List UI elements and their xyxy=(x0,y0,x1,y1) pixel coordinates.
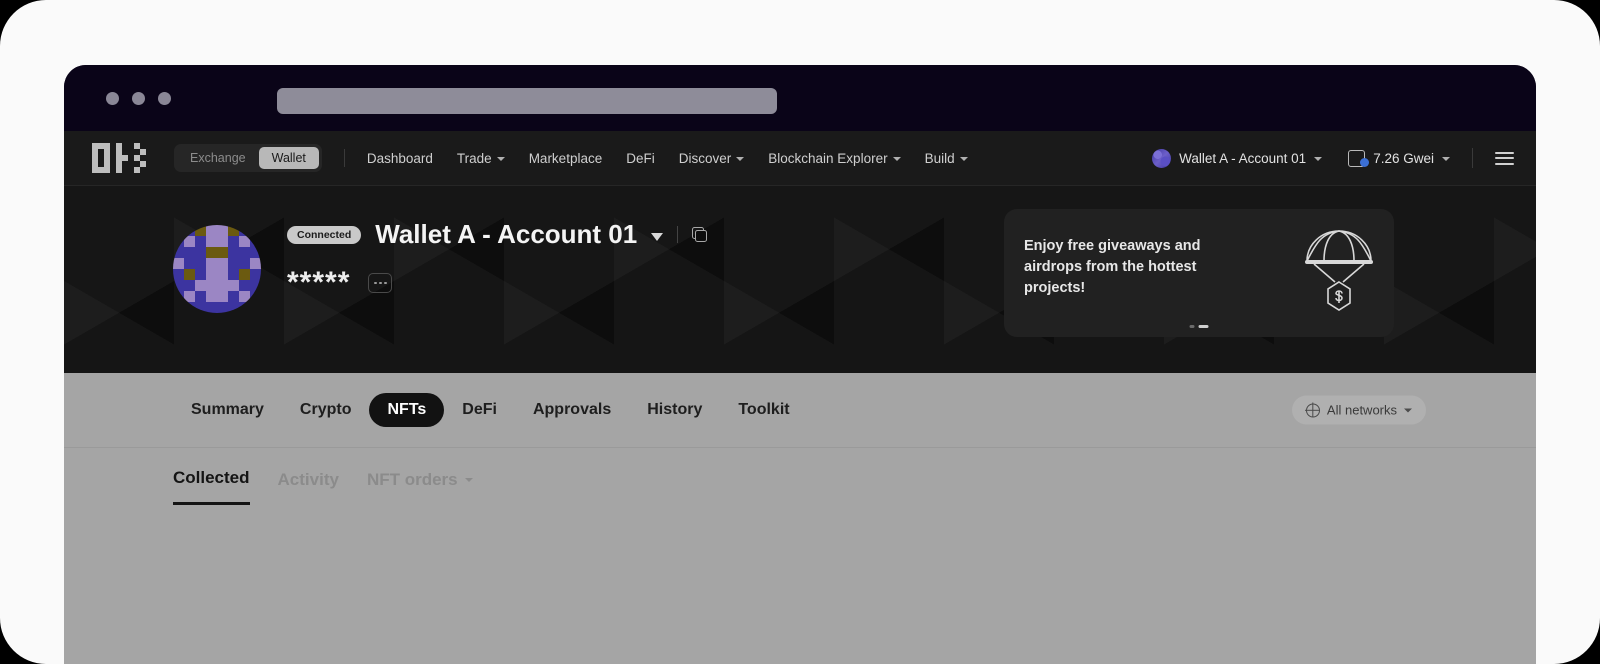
chevron-down-icon xyxy=(1404,408,1412,412)
account-selector-label: Wallet A - Account 01 xyxy=(1179,150,1307,166)
promo-banner[interactable]: Enjoy free giveaways and airdrops from t… xyxy=(1004,209,1394,337)
nav-item-dashboard[interactable]: Dashboard xyxy=(367,151,433,166)
subtab-collected[interactable]: Collected xyxy=(173,468,250,505)
main-tabs: Summary Crypto NFTs DeFi Approvals Histo… xyxy=(173,393,808,427)
subtab-activity[interactable]: Activity xyxy=(278,470,339,504)
account-hero-banner: Connected Wallet A - Account 01 ***** En… xyxy=(64,186,1536,373)
wallet-avatar xyxy=(173,225,261,313)
tab-nfts[interactable]: NFTs xyxy=(369,393,445,427)
hamburger-menu-icon[interactable] xyxy=(1495,151,1514,165)
tab-toolkit[interactable]: Toolkit xyxy=(720,393,807,427)
segment-wallet[interactable]: Wallet xyxy=(258,147,319,169)
close-window-dot[interactable] xyxy=(106,92,119,105)
divider xyxy=(677,226,679,243)
main-tabs-row: Summary Crypto NFTs DeFi Approvals Histo… xyxy=(64,373,1536,448)
account-identity: Connected Wallet A - Account 01 ***** xyxy=(173,203,708,313)
network-selector[interactable]: All networks xyxy=(1291,395,1426,425)
maximize-window-dot[interactable] xyxy=(158,92,171,105)
subtab-label: NFT orders xyxy=(366,469,458,489)
nav-item-label: Discover xyxy=(678,150,732,166)
chevron-down-icon xyxy=(464,477,473,482)
copy-icon[interactable] xyxy=(692,227,708,242)
account-text-block: Connected Wallet A - Account 01 ***** xyxy=(287,203,708,298)
sub-tabs-row: Collected Activity NFT orders xyxy=(173,468,1536,505)
chevron-down-icon xyxy=(1314,157,1323,161)
status-badge: Connected xyxy=(287,225,362,244)
top-navigation-bar: Exchange Wallet Dashboard Trade Marketpl… xyxy=(64,131,1536,186)
exchange-wallet-switch[interactable]: Exchange Wallet xyxy=(174,144,322,172)
segment-exchange[interactable]: Exchange xyxy=(177,147,259,169)
globe-icon xyxy=(1305,403,1320,417)
nav-right-cluster: Wallet A - Account 01 7.26 Gwei xyxy=(1152,148,1536,168)
balance-value: ***** xyxy=(287,266,351,299)
chevron-down-icon xyxy=(1442,157,1450,161)
nav-divider xyxy=(1472,148,1473,168)
page-title: Wallet A - Account 01 xyxy=(375,219,638,249)
minimize-window-dot[interactable] xyxy=(132,92,145,105)
chevron-down-icon[interactable] xyxy=(651,232,664,241)
nav-item-trade[interactable]: Trade xyxy=(457,151,505,166)
gas-price-label: 7.26 Gwei xyxy=(1373,150,1434,166)
gas-station-icon xyxy=(1348,149,1370,167)
nav-item-label: Marketplace xyxy=(528,150,603,166)
tab-crypto[interactable]: Crypto xyxy=(282,393,370,427)
tab-summary[interactable]: Summary xyxy=(173,393,282,427)
nav-links: Dashboard Trade Marketplace DeFi Discove… xyxy=(367,151,968,166)
tab-history[interactable]: History xyxy=(629,393,720,427)
nav-divider xyxy=(343,149,345,167)
nav-item-label: Trade xyxy=(456,150,492,166)
nav-item-discover[interactable]: Discover xyxy=(679,151,745,166)
tab-approvals[interactable]: Approvals xyxy=(515,393,629,427)
balance-more-button[interactable] xyxy=(368,273,393,293)
nav-item-defi[interactable]: DeFi xyxy=(626,151,655,166)
nav-item-build[interactable]: Build xyxy=(925,151,968,166)
chevron-down-icon xyxy=(959,157,968,161)
subtab-label: Activity xyxy=(277,469,339,489)
nav-item-blockchain-explorer[interactable]: Blockchain Explorer xyxy=(768,150,901,166)
gas-price-selector[interactable]: 7.26 Gwei xyxy=(1348,149,1450,167)
chevron-down-icon xyxy=(736,157,745,161)
nav-item-label: DeFi xyxy=(626,150,655,166)
account-selector[interactable]: Wallet A - Account 01 xyxy=(1152,148,1323,168)
account-name-row: Connected Wallet A - Account 01 xyxy=(287,219,708,250)
nav-item-label: Blockchain Explorer xyxy=(768,150,888,166)
promo-banner-text: Enjoy free giveaways and airdrops from t… xyxy=(1024,238,1201,297)
nav-item-label: Build xyxy=(924,150,955,166)
promo-carousel-dots[interactable] xyxy=(1189,325,1209,328)
chevron-down-icon xyxy=(496,157,505,161)
nav-item-label: Dashboard xyxy=(366,150,433,166)
network-selector-label: All networks xyxy=(1326,402,1397,418)
url-bar[interactable] xyxy=(277,88,777,114)
main-content-area: Summary Crypto NFTs DeFi Approvals Histo… xyxy=(64,373,1536,664)
chevron-down-icon xyxy=(892,157,901,161)
subtab-nft-orders[interactable]: NFT orders xyxy=(367,470,473,504)
account-avatar-icon xyxy=(1152,148,1172,168)
browser-window: Exchange Wallet Dashboard Trade Marketpl… xyxy=(64,65,1536,664)
browser-chrome xyxy=(64,65,1536,131)
page-frame: Exchange Wallet Dashboard Trade Marketpl… xyxy=(0,0,1600,664)
parachute-dollar-icon xyxy=(1305,230,1373,311)
nav-item-marketplace[interactable]: Marketplace xyxy=(529,151,603,166)
okx-logo[interactable] xyxy=(92,143,146,173)
account-balance-row: ***** xyxy=(287,268,707,298)
tab-defi[interactable]: DeFi xyxy=(444,393,515,427)
subtab-label: Collected xyxy=(173,468,250,487)
window-controls[interactable] xyxy=(106,92,171,105)
